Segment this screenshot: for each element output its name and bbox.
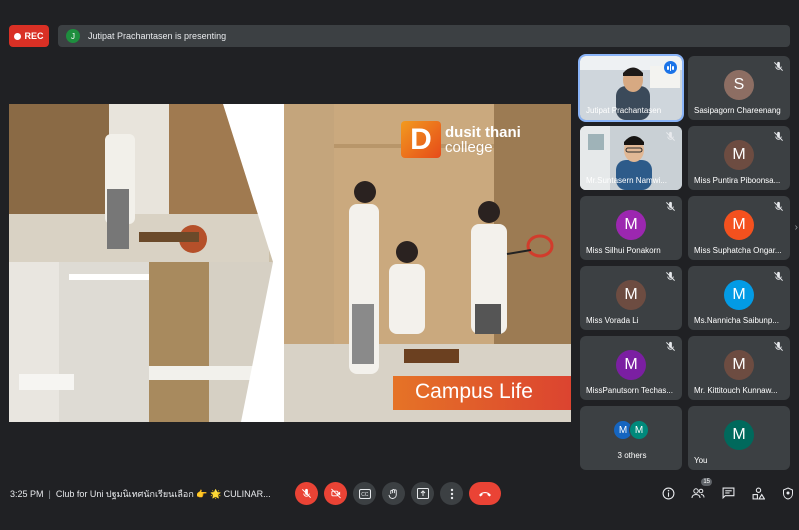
college-logo: D dusit thani college xyxy=(401,121,521,158)
participant-name: Sasipagorn Chareenang xyxy=(694,106,781,115)
participant-tile[interactable]: Jutipat Prachantasen xyxy=(578,54,684,122)
college-logo-mark: D xyxy=(401,121,441,158)
participant-avatar: M xyxy=(629,420,649,440)
participant-name: Mr. Kittitouch Kunnaw... xyxy=(694,386,778,395)
participant-tile[interactable]: Mr.Suntasern Namwi... xyxy=(580,126,682,190)
others-tile[interactable]: M M 3 others xyxy=(580,406,682,470)
raise-hand-icon xyxy=(388,488,397,499)
brand-line-2: college xyxy=(445,138,493,156)
activities-icon xyxy=(752,487,765,499)
mic-off-icon xyxy=(774,271,783,281)
record-dot-icon xyxy=(14,32,22,40)
leave-call-button[interactable] xyxy=(469,482,501,505)
recording-label: REC xyxy=(24,31,44,41)
others-avatars: M M xyxy=(613,420,649,440)
participant-tile[interactable]: M Mr. Kittitouch Kunnaw... xyxy=(688,336,790,400)
recording-indicator: REC xyxy=(9,25,49,47)
participant-name: Miss Vorada Li xyxy=(586,316,639,325)
self-tile[interactable]: M You xyxy=(688,406,790,470)
people-button[interactable]: 15 xyxy=(690,478,712,501)
more-options-button[interactable] xyxy=(440,482,463,505)
call-end-icon xyxy=(479,491,491,496)
mic-off-icon xyxy=(774,341,783,351)
participant-name: Miss Suphatcha Ongar... xyxy=(694,246,782,255)
participant-tile[interactable]: S Sasipagorn Chareenang xyxy=(688,56,790,120)
participant-name: Miss Silhui Ponakorn xyxy=(586,246,661,255)
activities-button[interactable] xyxy=(750,485,766,501)
meeting-details-button[interactable] xyxy=(660,485,676,501)
participant-name: Mr.Suntasern Namwi... xyxy=(586,176,667,185)
participant-name: Jutipat Prachantasen xyxy=(586,106,662,115)
participant-name: Miss Puntira Piboonsa... xyxy=(694,176,781,185)
separator: | xyxy=(48,489,51,499)
svg-text:CC: CC xyxy=(361,492,369,498)
more-vert-icon xyxy=(450,488,453,499)
participant-tile[interactable]: M Miss Puntira Piboonsa... xyxy=(688,126,790,190)
participant-avatar: M xyxy=(616,280,646,310)
mic-off-icon xyxy=(302,488,311,498)
participant-name: MissPanutsorn Techas... xyxy=(586,386,674,395)
host-controls-button[interactable] xyxy=(780,485,796,501)
shared-screen: D dusit thani college Campus Life xyxy=(9,104,571,422)
mic-off-icon xyxy=(666,271,675,281)
host-controls-icon xyxy=(783,486,793,500)
videocam-off-icon xyxy=(330,488,341,499)
side-panel-controls: 15 xyxy=(660,478,796,501)
chevron-right-icon[interactable]: › xyxy=(795,222,798,233)
mic-off-icon xyxy=(666,201,675,211)
participant-tile[interactable]: M Miss Suphatcha Ongar... xyxy=(688,196,790,260)
speaking-indicator-icon xyxy=(664,61,677,74)
raise-hand-button[interactable] xyxy=(382,482,405,505)
people-count-badge: 15 xyxy=(701,478,712,486)
camera-toggle-button[interactable] xyxy=(324,482,347,505)
bottom-toolbar: 3:25 PM | Club for Uni ปฐมนิเทศนักเรียนเลื… xyxy=(0,470,799,516)
participant-tile[interactable]: M Miss Vorada Li xyxy=(580,266,682,330)
present-now-button[interactable] xyxy=(411,482,434,505)
slide-caption-banner: Campus Life xyxy=(393,376,571,410)
slide-caption: Campus Life xyxy=(415,380,533,403)
people-icon xyxy=(691,488,705,499)
mic-off-icon xyxy=(774,201,783,211)
others-label: 3 others xyxy=(617,451,647,460)
participant-tile[interactable]: M Ms.Nannicha Saibunp... xyxy=(688,266,790,330)
clock-time: 3:25 PM xyxy=(10,489,44,499)
participant-tile[interactable]: M Miss Silhui Ponakorn xyxy=(580,196,682,260)
mic-off-icon xyxy=(774,131,783,141)
captions-button[interactable]: CC xyxy=(353,482,376,505)
participant-avatar: M xyxy=(616,210,646,240)
presenter-avatar: J xyxy=(66,29,80,43)
mic-off-icon xyxy=(666,131,675,141)
brand-line-1: dusit thani xyxy=(445,123,521,141)
present-screen-icon xyxy=(416,488,429,499)
presenting-banner: J Jutipat Prachantasen is presenting xyxy=(58,25,790,47)
presenting-text: Jutipat Prachantasen is presenting xyxy=(88,31,227,41)
closed-caption-icon: CC xyxy=(358,488,371,499)
participant-avatar: M xyxy=(724,280,754,310)
meeting-title: Club for Uni ปฐมนิเทศนักเรียนเลือก 👉 🌟 C… xyxy=(55,489,271,499)
participant-name: Ms.Nannicha Saibunp... xyxy=(694,316,779,325)
participant-avatar: M xyxy=(724,350,754,380)
participant-avatar: M xyxy=(724,210,754,240)
info-icon xyxy=(662,487,674,499)
self-avatar: M xyxy=(724,420,754,450)
chat-button[interactable] xyxy=(720,485,736,501)
mic-off-icon xyxy=(774,61,783,71)
meeting-details: 3:25 PM | Club for Uni ปฐมนิเทศนักเรียนเลื… xyxy=(10,487,271,501)
participant-avatar: S xyxy=(724,70,754,100)
mic-off-icon xyxy=(666,341,675,351)
participant-tile[interactable]: M MissPanutsorn Techas... xyxy=(580,336,682,400)
call-controls: CC xyxy=(295,482,501,505)
mic-toggle-button[interactable] xyxy=(295,482,318,505)
participant-avatar: M xyxy=(724,140,754,170)
self-label: You xyxy=(694,456,708,465)
chat-icon xyxy=(722,487,734,499)
participant-avatar: M xyxy=(616,350,646,380)
